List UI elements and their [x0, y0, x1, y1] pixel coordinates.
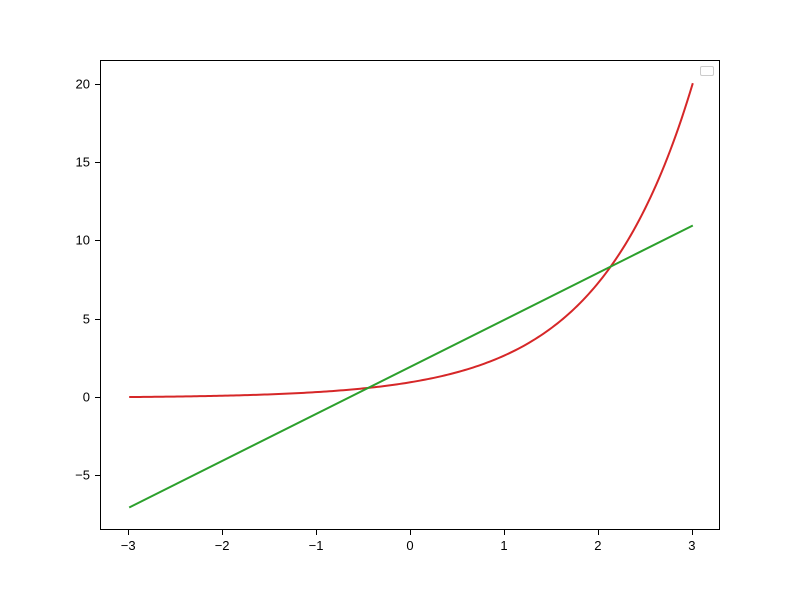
x-tick-label: 1 [500, 538, 507, 553]
plot-container: −3−2−10123 −505101520 [100, 60, 720, 530]
x-tick-label: −3 [121, 538, 136, 553]
x-tick-label: 3 [688, 538, 695, 553]
chart-svg [101, 61, 721, 531]
y-tick-label: −5 [75, 468, 90, 483]
x-tick-label: 2 [594, 538, 601, 553]
series-exponential [129, 83, 693, 397]
legend-box [700, 66, 714, 76]
y-tick-label: 0 [83, 389, 90, 404]
y-tick-label: 10 [76, 233, 90, 248]
series-linear [129, 226, 693, 508]
x-tick-label: −1 [309, 538, 324, 553]
x-tick-label: −2 [215, 538, 230, 553]
y-tick-label: 15 [76, 154, 90, 169]
plot-area [100, 60, 720, 530]
y-tick-label: 20 [76, 76, 90, 91]
y-tick-label: 5 [83, 311, 90, 326]
x-tick-label: 0 [406, 538, 413, 553]
